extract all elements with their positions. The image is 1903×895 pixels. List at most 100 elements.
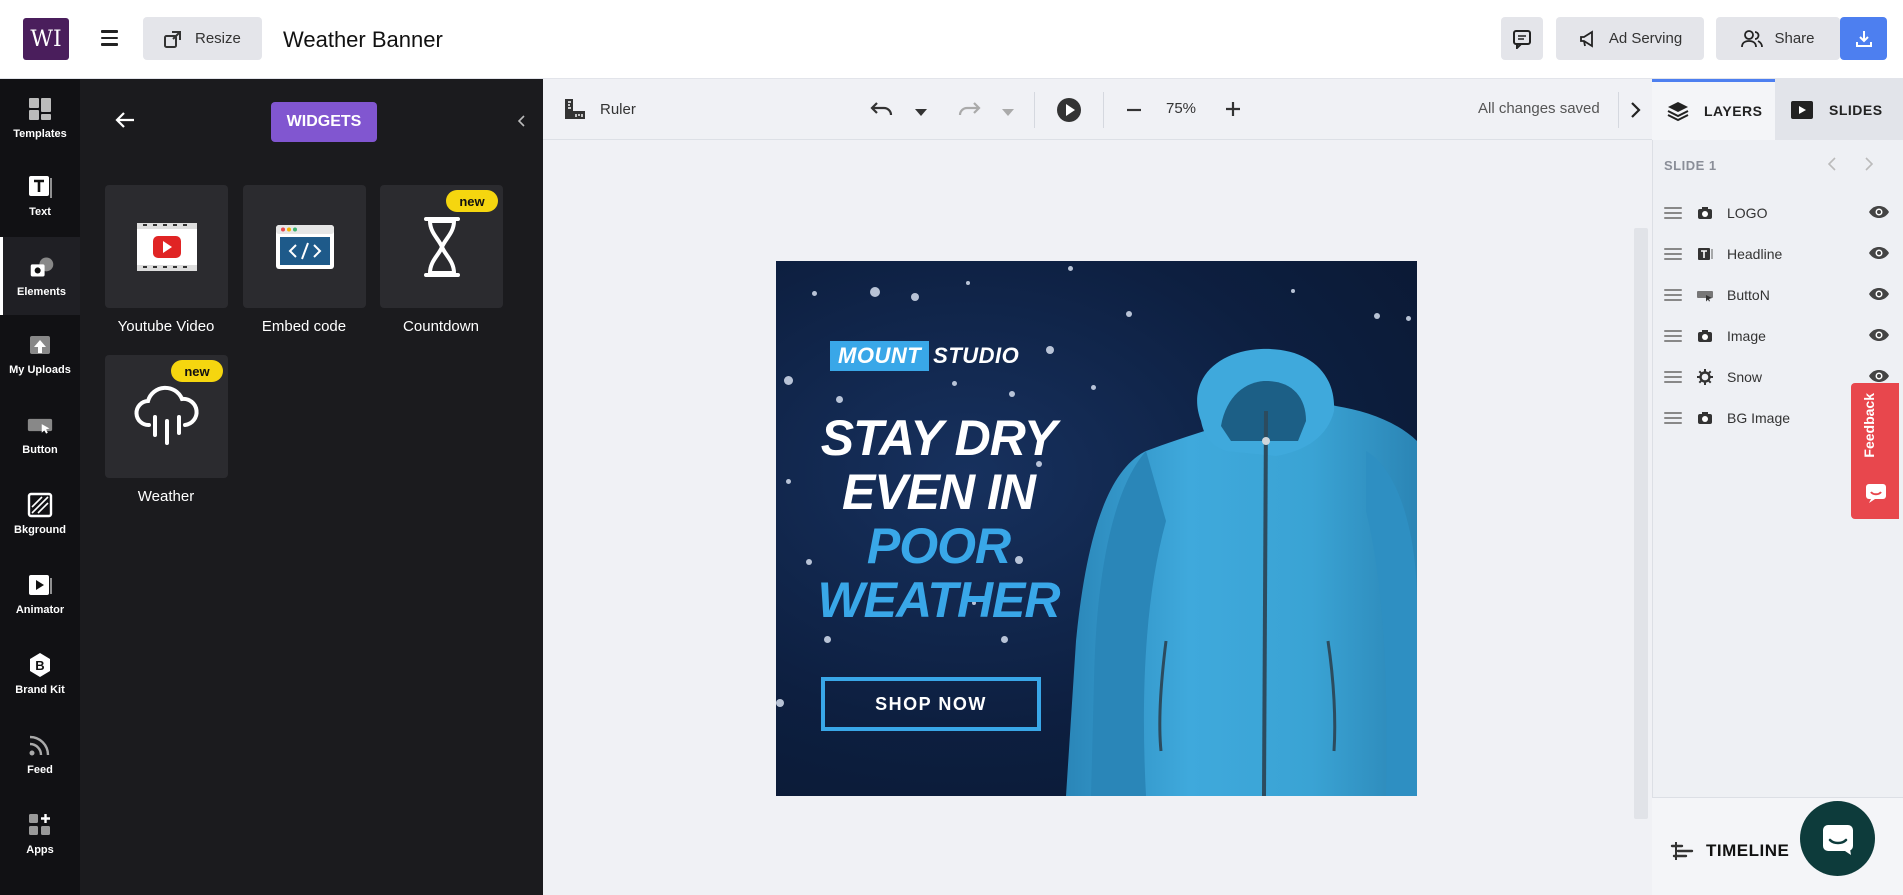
tab-slides[interactable]: SLIDES: [1775, 79, 1903, 140]
snowflake: [952, 381, 957, 386]
zoom-level[interactable]: 75%: [1166, 100, 1196, 117]
comments-button[interactable]: [1501, 17, 1543, 60]
layer-name: Image: [1727, 328, 1766, 344]
drag-handle-icon[interactable]: [1664, 289, 1682, 301]
download-button[interactable]: [1840, 17, 1887, 60]
rail-item-animator[interactable]: Animator: [0, 555, 80, 633]
snowflake: [1291, 289, 1295, 293]
download-icon: [1855, 30, 1872, 47]
rail-item-button[interactable]: Button: [0, 395, 80, 473]
rail-item-brand-kit[interactable]: B Brand Kit: [0, 635, 80, 713]
layer-name: Headline: [1727, 246, 1783, 262]
drag-handle-icon[interactable]: [1664, 330, 1682, 342]
redo-icon[interactable]: [956, 99, 982, 124]
widgets-heading: WIDGETS: [271, 102, 377, 142]
next-slide-icon[interactable]: [1864, 157, 1874, 176]
timeline-toggle[interactable]: TIMELINE: [1670, 840, 1789, 862]
layer-name: Snow: [1727, 369, 1763, 385]
eye-icon[interactable]: [1868, 246, 1890, 263]
app-logo[interactable]: WI: [23, 18, 69, 60]
drag-handle-icon[interactable]: [1664, 248, 1682, 260]
snowflake: [786, 479, 791, 484]
document-title[interactable]: Weather Banner: [283, 27, 443, 53]
eye-icon[interactable]: [1868, 287, 1890, 304]
snowflake: [1406, 316, 1411, 321]
camera-icon: [1696, 329, 1714, 343]
eye-icon[interactable]: [1868, 328, 1890, 345]
new-badge: new: [446, 190, 498, 212]
play-preview-icon[interactable]: [1056, 97, 1082, 128]
banner-logo[interactable]: MOUNT STUDIO: [830, 341, 1019, 371]
rail-item-elements[interactable]: Elements: [0, 237, 80, 315]
ad-serving-button[interactable]: Ad Serving: [1556, 17, 1704, 60]
widget-embed-code[interactable]: [243, 185, 366, 308]
rail-item-feed[interactable]: Feed: [0, 715, 80, 793]
support-chat-button[interactable]: [1800, 801, 1875, 876]
shop-now-button[interactable]: SHOP NOW: [821, 677, 1041, 731]
snowflake: [1009, 391, 1015, 397]
logo-mount-text: MOUNT: [830, 341, 930, 371]
timeline-label: TIMELINE: [1706, 841, 1790, 860]
banner-canvas[interactable]: MOUNT STUDIO STAY DRY EVEN IN POOR WEATH…: [776, 261, 1417, 796]
rail-item-text[interactable]: Text: [0, 157, 80, 235]
drag-handle-icon[interactable]: [1664, 207, 1682, 219]
widget-label: Embed code: [261, 318, 347, 335]
rail-label: Brand Kit: [15, 684, 65, 696]
undo-icon[interactable]: [869, 99, 895, 124]
feedback-chat-icon: [1866, 484, 1886, 503]
previous-slide-icon[interactable]: [1827, 157, 1837, 176]
toolbar-divider: [1103, 92, 1104, 128]
share-button[interactable]: Share: [1716, 17, 1840, 60]
comment-icon: [1513, 29, 1531, 49]
timeline-icon: [1670, 842, 1694, 860]
hamburger-menu-icon[interactable]: [96, 25, 122, 51]
banner-headline[interactable]: STAY DRY EVEN IN POOR WEATHER: [816, 411, 1061, 627]
rail-label: Bkground: [14, 524, 66, 536]
headline-line: EVEN IN: [841, 464, 1036, 520]
zoom-out-icon[interactable]: [1125, 101, 1143, 124]
layer-row-headline[interactable]: Headline: [1664, 237, 1894, 271]
redo-history-dropdown-icon[interactable]: [1001, 105, 1015, 123]
tab-label: LAYERS: [1704, 103, 1763, 119]
eye-icon[interactable]: [1868, 205, 1890, 222]
snowflake: [836, 396, 843, 403]
snowflake: [776, 699, 784, 707]
widget-youtube-video[interactable]: [105, 185, 228, 308]
animator-icon: [27, 572, 53, 598]
brand-kit-icon: B: [27, 652, 53, 678]
templates-icon: [27, 96, 53, 122]
tab-layers[interactable]: LAYERS: [1652, 79, 1775, 140]
ruler-toggle[interactable]: Ruler: [562, 96, 636, 122]
rail-item-background[interactable]: Bkground: [0, 475, 80, 553]
snowflake: [806, 559, 812, 565]
rail-item-templates[interactable]: Templates: [0, 79, 80, 157]
back-arrow-icon[interactable]: [113, 108, 137, 137]
rail-label: Text: [29, 206, 51, 218]
logo-studio-text: STUDIO: [933, 343, 1020, 368]
layer-name: BG Image: [1727, 410, 1791, 426]
drag-handle-icon[interactable]: [1664, 371, 1682, 383]
rail-item-my-uploads[interactable]: My Uploads: [0, 315, 80, 393]
resize-icon: [164, 30, 181, 48]
save-status: All changes saved: [1478, 100, 1600, 117]
snowflake: [1046, 346, 1054, 354]
undo-history-dropdown-icon[interactable]: [914, 105, 928, 123]
camera-icon: [1696, 206, 1714, 220]
drag-handle-icon[interactable]: [1664, 412, 1682, 424]
feedback-tab[interactable]: Feedback: [1851, 383, 1899, 519]
layer-row-image[interactable]: Image: [1664, 319, 1894, 353]
expand-panel-icon[interactable]: [1629, 101, 1641, 124]
gear-icon: [1696, 369, 1714, 385]
layer-row-logo[interactable]: LOGO: [1664, 196, 1894, 230]
canvas-scrollbar[interactable]: [1634, 228, 1648, 819]
zoom-in-icon[interactable]: [1224, 100, 1242, 123]
rail-item-apps[interactable]: Apps: [0, 795, 80, 873]
widget-label: Youtube Video: [117, 318, 215, 335]
resize-button[interactable]: Resize: [143, 17, 262, 60]
slide-label: SLIDE 1: [1664, 158, 1717, 173]
tab-label: SLIDES: [1829, 101, 1883, 118]
jacket-image[interactable]: [1066, 341, 1417, 796]
collapse-panel-icon[interactable]: [516, 113, 526, 134]
button-layer-icon: [1696, 288, 1714, 302]
layer-row-button[interactable]: ButtoN: [1664, 278, 1894, 312]
